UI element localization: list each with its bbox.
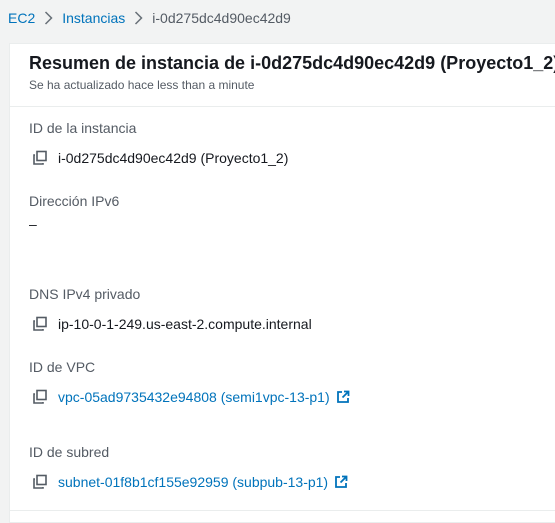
panel-header: Resumen de instancia de i-0d275dc4d90ec4… xyxy=(10,44,555,107)
copy-icon[interactable] xyxy=(32,150,48,166)
ipv6-value: – xyxy=(29,216,37,232)
instance-id-label: ID de la instancia xyxy=(29,120,137,136)
instance-id-text: i-0d275dc4d90ec42d9 (Proyecto1_2) xyxy=(58,150,289,166)
copy-icon[interactable] xyxy=(32,474,48,490)
external-link-icon[interactable] xyxy=(334,475,348,489)
subnet-id-label: ID de subred xyxy=(29,444,110,460)
private-dns-text: ip-10-0-1-249.us-east-2.compute.internal xyxy=(58,316,312,332)
copy-icon[interactable] xyxy=(32,316,48,332)
page-title: Resumen de instancia de i-0d275dc4d90ec4… xyxy=(29,53,555,73)
subnet-id-link[interactable]: subnet-01f8b1cf155e92959 (subpub-13-p1) xyxy=(58,474,328,490)
external-link-icon[interactable] xyxy=(336,390,350,404)
instance-id-value: i-0d275dc4d90ec42d9 (Proyecto1_2) xyxy=(32,149,288,167)
breadcrumb-instances-link[interactable]: Instancias xyxy=(62,10,125,26)
vpc-id-link[interactable]: vpc-05ad9735432e94808 (semi1vpc-13-p1) xyxy=(58,389,330,405)
subnet-id-value: subnet-01f8b1cf155e92959 (subpub-13-p1) xyxy=(32,473,348,491)
ipv6-label: Dirección IPv6 xyxy=(29,193,120,209)
instance-summary-panel: Resumen de instancia de i-0d275dc4d90ec4… xyxy=(9,43,555,523)
vpc-id-value: vpc-05ad9735432e94808 (semi1vpc-13-p1) xyxy=(32,388,350,406)
breadcrumb-current-instance: i-0d275dc4d90ec42d9 xyxy=(152,10,291,26)
copy-icon[interactable] xyxy=(32,389,48,405)
breadcrumb: EC2 Instancias i-0d275dc4d90ec42d9 xyxy=(8,8,291,28)
chevron-right-icon xyxy=(44,11,53,25)
private-dns-label: DNS IPv4 privado xyxy=(29,286,141,302)
last-updated-text: Se ha actualizado hace less than a minut… xyxy=(29,78,255,92)
private-dns-value: ip-10-0-1-249.us-east-2.compute.internal xyxy=(32,315,312,333)
section-divider xyxy=(10,510,555,511)
breadcrumb-ec2-link[interactable]: EC2 xyxy=(8,10,35,26)
chevron-right-icon xyxy=(134,11,143,25)
vpc-id-label: ID de VPC xyxy=(29,359,96,375)
